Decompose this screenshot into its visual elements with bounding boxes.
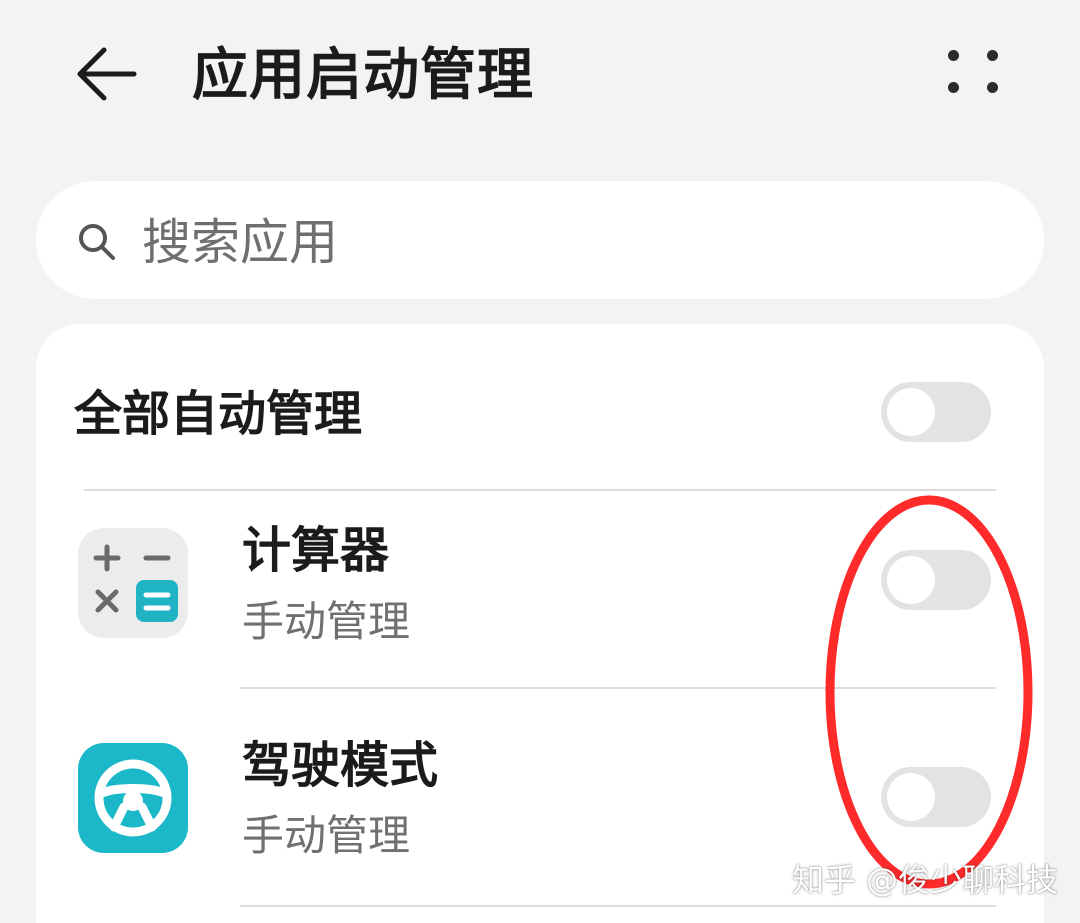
arrow-left-icon [77, 47, 137, 101]
app-status-calculator: 手动管理 [242, 597, 411, 646]
divider [240, 687, 996, 689]
app-name-calculator: 计算器 [242, 522, 390, 579]
search-input[interactable] [142, 202, 1002, 282]
app-status-driving-mode: 手动管理 [242, 811, 411, 860]
divider [240, 905, 996, 907]
toggle-knob [887, 388, 935, 436]
steering-wheel-icon [78, 743, 188, 853]
more-dots-icon-part [948, 82, 959, 93]
back-button[interactable] [70, 40, 142, 108]
more-dots-icon [948, 50, 959, 61]
app-launch-management-screen: 应用启动管理 全部自动管理 计算器 手动管理 [0, 0, 1080, 923]
calculator-icon [78, 528, 188, 638]
more-dots-icon-part [987, 82, 998, 93]
more-dots-icon-part [987, 50, 998, 61]
divider [84, 489, 996, 491]
app-name-driving-mode: 驾驶模式 [242, 737, 439, 794]
page-title: 应用启动管理 [192, 43, 534, 108]
auto-manage-all-label: 全部自动管理 [74, 386, 363, 442]
auto-manage-all-toggle[interactable] [881, 382, 991, 442]
calculator-toggle[interactable] [881, 550, 991, 610]
watermark: 知乎 @俊少聊科技 [792, 861, 1059, 899]
driving-mode-toggle[interactable] [881, 767, 991, 827]
toggle-knob [887, 773, 935, 821]
more-options-button[interactable] [938, 40, 1008, 106]
search-icon [79, 224, 115, 260]
toggle-knob [887, 556, 935, 604]
